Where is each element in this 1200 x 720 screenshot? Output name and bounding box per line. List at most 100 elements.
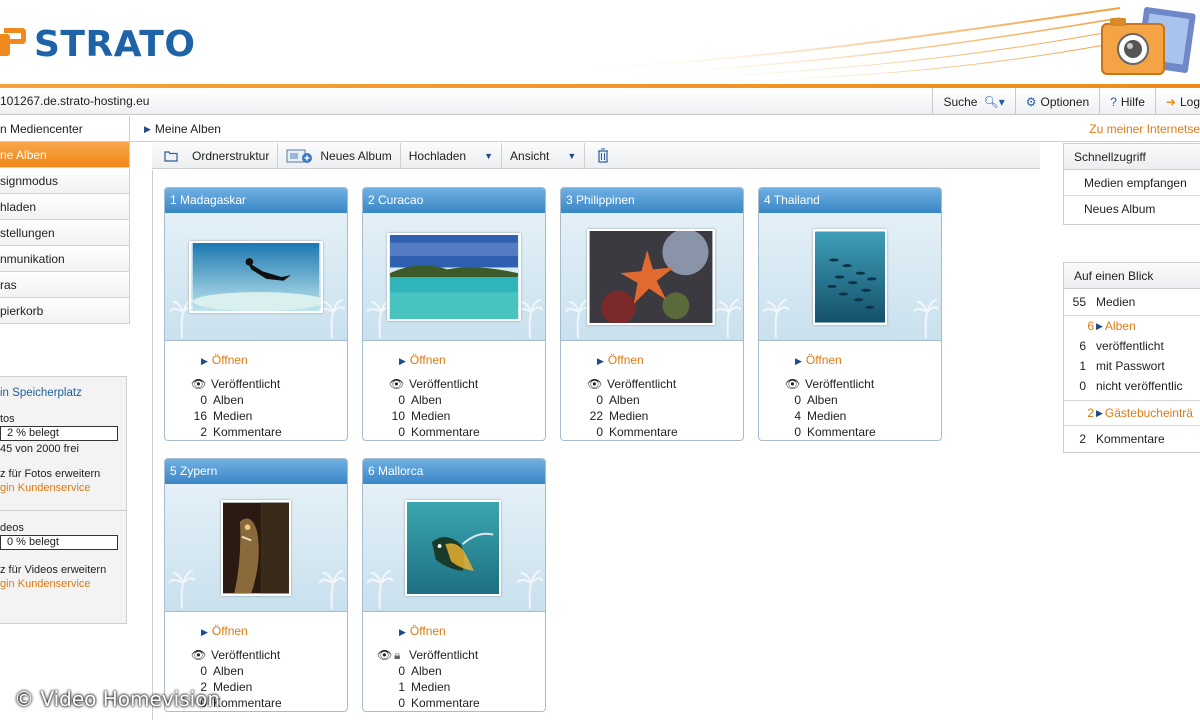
media-count: 22 xyxy=(589,409,603,423)
logout-arrow-icon: ➜ xyxy=(1165,94,1176,109)
overview-password-count: 1 xyxy=(1079,359,1086,373)
open-album-link[interactable]: ▶ Öffnen xyxy=(201,353,248,367)
videos-service-link[interactable]: gin Kundenservice xyxy=(0,578,91,590)
media-count: 10 xyxy=(391,409,405,423)
status-label: Veröffentlicht xyxy=(409,377,479,391)
sidebar-item-design-mode[interactable]: signmodus xyxy=(0,168,130,194)
copyright-watermark: © Video Homevision xyxy=(14,687,221,711)
open-album-link[interactable]: ▶ Öffnen xyxy=(399,353,446,367)
open-label: Öffnen xyxy=(409,624,446,638)
palm-tree-decoration xyxy=(715,299,741,338)
options-button[interactable]: ⚙ Optionen xyxy=(1014,88,1099,115)
album-title[interactable]: 4 Thailand xyxy=(759,188,941,213)
published-eye-icon: 👁︎ xyxy=(389,377,405,391)
website-link[interactable]: Zu meiner Internetse xyxy=(1089,116,1200,142)
receive-media-link[interactable]: Medien empfangen xyxy=(1064,170,1200,196)
folder-structure-button[interactable]: Ordnerstruktur xyxy=(152,142,279,169)
logout-button[interactable]: ➜ Log xyxy=(1154,88,1200,115)
album-title[interactable]: 1 Madagaskar xyxy=(165,188,347,213)
breadcrumb-current[interactable]: Meine Alben xyxy=(155,122,221,136)
help-icon: ? xyxy=(1110,94,1117,109)
album-title[interactable]: 6 Mallorca xyxy=(363,459,545,484)
top-actions: Suche 🔍︎▾ ⚙ Optionen ? Hilfe ➜ Log xyxy=(932,88,1200,115)
sidebar-item-communication[interactable]: nmunikation xyxy=(0,246,130,272)
album-thumbnail-starfish[interactable] xyxy=(587,229,715,325)
overview-albums-label: Alben xyxy=(1104,319,1136,333)
quick-new-album-link[interactable]: Neues Album xyxy=(1064,196,1200,222)
open-label: Öffnen xyxy=(409,353,446,367)
published-eye-icon: 👁︎ xyxy=(377,648,393,662)
album-thumbnail-diver[interactable] xyxy=(189,241,323,313)
comments-label: Kommentare xyxy=(609,425,678,439)
sidebar-item-my-albums[interactable]: ne Alben xyxy=(0,142,130,168)
album-thumbnail-island[interactable] xyxy=(387,233,521,321)
overview-password-label: mit Passwort xyxy=(1096,359,1165,373)
photo-camera-icon xyxy=(1101,7,1196,75)
album-title[interactable]: 5 Zypern xyxy=(165,459,347,484)
delete-button[interactable] xyxy=(585,143,623,169)
sidebar-item-upload[interactable]: hladen xyxy=(0,194,130,220)
albums-count: 0 xyxy=(200,393,207,407)
top-bar: 101267.de.strato-hosting.eu Suche 🔍︎▾ ⚙ … xyxy=(0,88,1200,115)
open-label: Öffnen xyxy=(607,353,644,367)
help-button[interactable]: ? Hilfe xyxy=(1099,88,1155,115)
overview-media-label: Medien xyxy=(1096,295,1136,309)
albums-count: 0 xyxy=(794,393,801,407)
trash-icon xyxy=(598,148,609,163)
view-dropdown[interactable]: Ansicht ▼ xyxy=(502,142,586,169)
open-album-link[interactable]: ▶ Öffnen xyxy=(201,624,248,638)
albums-count: 0 xyxy=(398,664,405,678)
album-card-mallorca[interactable]: 6 Mallorca ▶ Öffnen 👁︎ 🔒︎ Veröffentlicht … xyxy=(362,458,546,712)
new-album-button[interactable]: Neues Album xyxy=(278,142,401,169)
album-card-thailand[interactable]: 4 Thailand ▶ Öffnen 👁︎ Veröffentlicht 0 A… xyxy=(758,187,942,441)
logout-label: Log xyxy=(1179,94,1200,109)
album-title[interactable]: 3 Philippinen xyxy=(561,188,743,213)
published-eye-icon: 👁︎ xyxy=(191,377,207,391)
arrow-right-icon: ▶ xyxy=(1096,407,1103,418)
open-album-link[interactable]: ▶ Öffnen xyxy=(795,353,842,367)
album-title[interactable]: 2 Curacao xyxy=(363,188,545,213)
photos-service-link[interactable]: gin Kundenservice xyxy=(0,482,91,494)
search-icon: 🔍︎▾ xyxy=(983,94,1005,109)
palm-tree-decoration xyxy=(319,570,345,609)
new-album-icon xyxy=(286,149,313,163)
media-count: 1 xyxy=(398,680,405,694)
arrow-right-icon: ▶ xyxy=(201,356,208,366)
upload-dropdown[interactable]: Hochladen ▼ xyxy=(401,142,503,169)
arrow-right-icon: ▶ xyxy=(399,356,406,366)
overview-guestbook-row[interactable]: 2 ▶ Gästebucheinträ xyxy=(1064,401,1200,425)
album-thumbnail-reef-fish[interactable] xyxy=(405,500,501,596)
album-card-madagaskar[interactable]: 1 Madagaskar ▶ Öffnen 👁︎ Veröffentlicht 0… xyxy=(164,187,348,441)
photos-label: tos xyxy=(0,413,15,425)
album-thumbnail-fish-school[interactable] xyxy=(813,229,887,325)
overview-media-row: 55 Medien xyxy=(1064,289,1200,315)
comments-count: 2 xyxy=(200,425,207,439)
sidebar-item-settings[interactable]: stellungen xyxy=(0,220,130,246)
sidebar-item-extras[interactable]: ras xyxy=(0,272,130,298)
sidebar-header[interactable]: n Mediencenter xyxy=(0,116,130,142)
palm-tree-decoration xyxy=(517,570,543,609)
chevron-down-icon: ▼ xyxy=(567,150,577,161)
album-card-philippinen[interactable]: 3 Philippinen ▶ Öffnen 👁︎ Veröffentlicht … xyxy=(560,187,744,441)
album-thumbnail-moray-eel[interactable] xyxy=(221,500,291,596)
albums-label: Alben xyxy=(807,393,838,407)
media-count: 16 xyxy=(193,409,207,423)
app-header: STRATO xyxy=(0,0,1200,84)
strato-logo[interactable]: STRATO xyxy=(0,24,195,65)
overview-comments-row: 2 Kommentare xyxy=(1064,426,1200,452)
open-album-link[interactable]: ▶ Öffnen xyxy=(597,353,644,367)
overview-unpublished-row: 0 nicht veröffentlic xyxy=(1064,376,1200,396)
albums-label: Alben xyxy=(213,393,244,407)
sidebar-item-trash[interactable]: pierkorb xyxy=(0,298,130,324)
media-label: Medien xyxy=(411,680,451,694)
album-preview-area xyxy=(363,484,545,612)
storage-divider xyxy=(0,510,127,511)
search-button[interactable]: Suche 🔍︎▾ xyxy=(932,88,1014,115)
comments-label: Kommentare xyxy=(411,696,480,710)
open-album-link[interactable]: ▶ Öffnen xyxy=(399,624,446,638)
overview-albums-row[interactable]: 6 ▶ Alben xyxy=(1064,316,1200,336)
album-card-curacao[interactable]: 2 Curacao ▶ Öffnen 👁︎ Veröffentlicht 0 Al… xyxy=(362,187,546,441)
album-card-zypern[interactable]: 5 Zypern ▶ Öffnen 👁︎ Veröffentlicht 0 Alb… xyxy=(164,458,348,712)
comments-label: Kommentare xyxy=(807,425,876,439)
breadcrumb-arrow-icon: ▶ xyxy=(144,123,151,134)
